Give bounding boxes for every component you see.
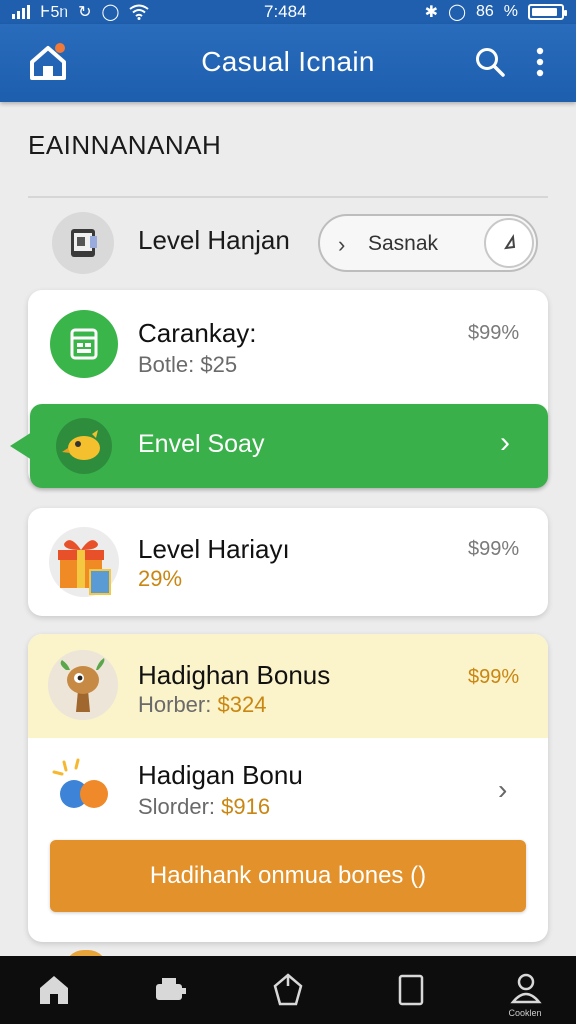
navigate-icon[interactable] [484,218,534,268]
rotation-icon: ◯ [448,4,466,21]
carrier-text: Ͱ5ᥒ [40,4,69,21]
search-pill[interactable]: › Sasnak [318,214,538,272]
bonus-sub-label: Horber: [138,692,212,717]
status-bar: Ͱ5ᥒ ↻ ◯ 7:484 ✱ ◯ 86 % [0,0,576,24]
more-vert-icon[interactable] [528,44,552,80]
chevron-right-icon[interactable]: › [498,774,507,806]
search-pill-label: Sasnak [368,232,439,255]
item-sub-value: $916 [221,794,271,819]
card-a-title: Carankay: [138,318,257,348]
bluetooth-icon: ✱ [424,4,439,21]
nav-profile-icon[interactable] [506,972,546,1012]
battery-fill [532,8,558,16]
status-left: Ͱ5ᥒ ↻ ◯ [12,2,150,22]
wifi-icon [129,4,150,20]
card-b-subtitle: 29% [138,566,183,591]
nav-chef-icon[interactable] [150,972,190,1012]
chevron-right-icon: › [500,426,510,459]
item-sub-label: Slorder: [138,794,216,819]
status-time: 7:484 [264,2,307,21]
nav-tablet-icon[interactable] [390,972,430,1012]
search-icon[interactable] [474,46,506,78]
battery-icon [528,4,567,20]
balls-icon [52,758,108,808]
bird-icon [56,418,112,474]
card-bonus-group: Hadighan Bonus Horber: $324 $99% Hadigan… [28,634,548,942]
nav-profile-label: Cooklen [508,1008,542,1018]
calculator-icon [50,310,118,378]
card-b-percent: $99% [468,538,520,560]
bonus-subtitle: Horber: $324 [138,692,266,718]
item-subtitle: Slorder: $916 [138,794,270,820]
battery-percent: 86 [475,3,494,20]
battery-unit: % [503,3,518,20]
item-title: Hadigan Bonu [138,760,303,790]
nav-home-icon[interactable] [34,972,74,1012]
divider [28,196,548,198]
nav-tag-icon[interactable] [268,972,308,1012]
bonus-title: Hadighan Bonus [138,660,331,690]
bonus-action-button[interactable]: Hadihank onmua bones () [50,840,526,912]
chevron-right-icon: › [338,232,346,257]
envel-soay-banner[interactable]: Envel Soay › [10,404,548,488]
gift-icon [49,527,119,597]
signal-icon [12,5,30,19]
owl-tree-icon [48,650,118,720]
card-a-subtitle: Botle: $25 [138,352,238,377]
section-title: EAINNANANAH [28,130,222,160]
app-bar: Casual Icnain [0,24,576,102]
bonus-sub-value: $324 [217,692,267,717]
card-a-percent: $99% [468,322,520,344]
level-label: Level Hanjan [138,225,290,255]
bonus-percent: $99% [468,666,520,688]
card-level-hariayi[interactable]: Level Hariayı 29% $99% [28,508,548,616]
bottom-nav: Cooklen [0,956,576,1024]
status-right: ✱ ◯ 86 % [424,2,567,22]
tablet-icon [52,212,114,274]
sync-icon: ↻ [78,4,92,21]
vibrate-icon: ◯ [101,4,120,21]
bonus-highlight-row[interactable]: Hadighan Bonus Horber: $324 $99% [28,634,548,738]
card-b-title: Level Hariayı [138,534,290,564]
banner-label: Envel Soay [138,430,265,458]
